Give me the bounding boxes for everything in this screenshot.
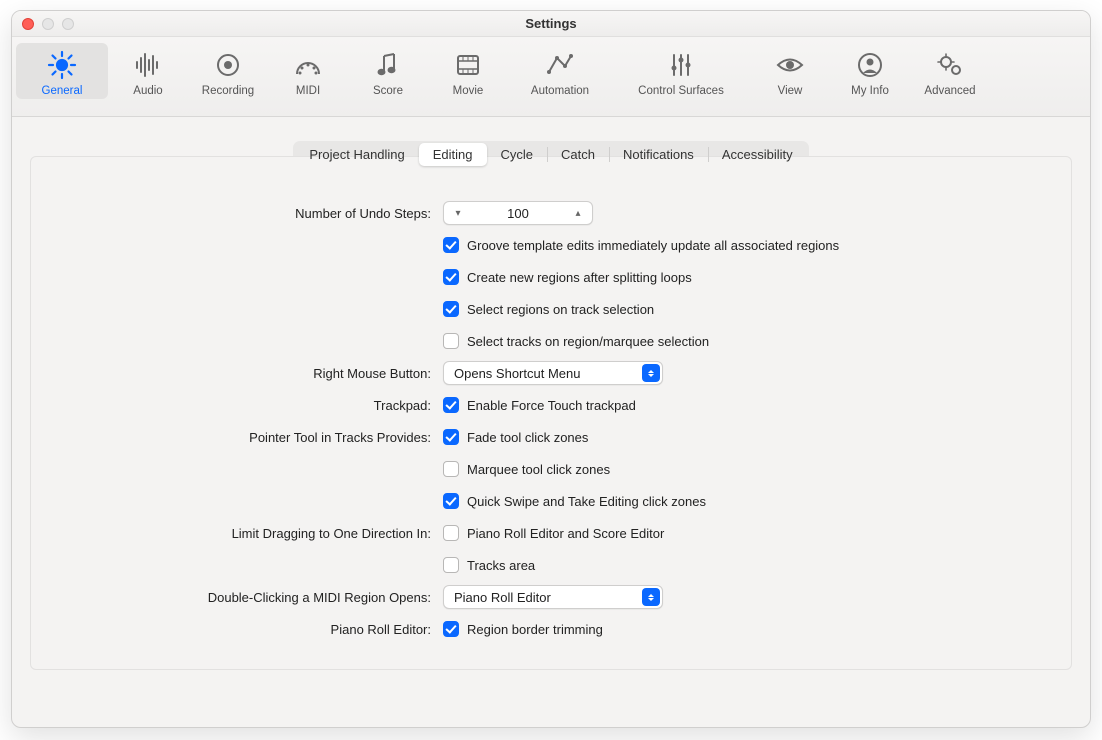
toolbar-midi[interactable]: MIDI bbox=[268, 43, 348, 99]
toolbar-general-label: General bbox=[18, 85, 106, 97]
music-note-icon bbox=[350, 47, 426, 83]
force-touch-checkbox[interactable] bbox=[443, 397, 459, 413]
film-icon bbox=[430, 47, 506, 83]
toolbar-view[interactable]: View bbox=[750, 43, 830, 99]
trackpad-label: Trackpad: bbox=[31, 398, 431, 413]
select-regions-on-track-label: Select regions on track selection bbox=[467, 302, 654, 317]
new-regions-split-label: Create new regions after splitting loops bbox=[467, 270, 692, 285]
tab-project-handling[interactable]: Project Handling bbox=[295, 143, 418, 166]
limit-tracks-label: Tracks area bbox=[467, 558, 535, 573]
tab-cycle[interactable]: Cycle bbox=[487, 143, 548, 166]
limit-tracks-checkbox[interactable] bbox=[443, 557, 459, 573]
quickswipe-label: Quick Swipe and Take Editing click zones bbox=[467, 494, 706, 509]
toolbar-audio-label: Audio bbox=[110, 85, 186, 97]
select-chevrons-icon bbox=[642, 364, 660, 382]
border-trim-checkbox[interactable] bbox=[443, 621, 459, 637]
pointer-tool-label: Pointer Tool in Tracks Provides: bbox=[31, 430, 431, 445]
sliders-icon bbox=[614, 47, 748, 83]
zoom-icon[interactable] bbox=[62, 18, 74, 30]
record-icon bbox=[190, 47, 266, 83]
gears-icon bbox=[912, 47, 988, 83]
limit-drag-label: Limit Dragging to One Direction In: bbox=[31, 526, 431, 541]
fade-zones-checkbox[interactable] bbox=[443, 429, 459, 445]
body: Project Handling Editing Cycle Catch Not… bbox=[12, 117, 1090, 727]
minimize-icon[interactable] bbox=[42, 18, 54, 30]
force-touch-label: Enable Force Touch trackpad bbox=[467, 398, 636, 413]
toolbar-general[interactable]: General bbox=[16, 43, 108, 99]
select-regions-on-track-checkbox[interactable] bbox=[443, 301, 459, 317]
dblclick-select-value: Piano Roll Editor bbox=[454, 590, 551, 605]
dblclick-select[interactable]: Piano Roll Editor bbox=[443, 585, 663, 609]
groove-update-checkbox[interactable] bbox=[443, 237, 459, 253]
new-regions-split-checkbox[interactable] bbox=[443, 269, 459, 285]
toolbar-audio[interactable]: Audio bbox=[108, 43, 188, 99]
toolbar-view-label: View bbox=[752, 85, 828, 97]
select-tracks-on-region-checkbox[interactable] bbox=[443, 333, 459, 349]
undo-stepper[interactable]: ▾ 100 ▴ bbox=[443, 201, 593, 225]
toolbar-automation[interactable]: Automation bbox=[508, 43, 612, 99]
limit-piano-score-label: Piano Roll Editor and Score Editor bbox=[467, 526, 664, 541]
user-circle-icon bbox=[832, 47, 908, 83]
marquee-zones-label: Marquee tool click zones bbox=[467, 462, 610, 477]
waveform-icon bbox=[110, 47, 186, 83]
settings-window: Settings General Audio Recording MIDI bbox=[11, 10, 1091, 728]
select-tracks-on-region-label: Select tracks on region/marquee selectio… bbox=[467, 334, 709, 349]
toolbar: General Audio Recording MIDI Score bbox=[12, 37, 1090, 117]
toolbar-recording[interactable]: Recording bbox=[188, 43, 268, 99]
toolbar-movie-label: Movie bbox=[430, 85, 506, 97]
tab-accessibility[interactable]: Accessibility bbox=[708, 143, 807, 166]
tab-catch[interactable]: Catch bbox=[547, 143, 609, 166]
toolbar-score-label: Score bbox=[350, 85, 426, 97]
undo-label: Number of Undo Steps: bbox=[31, 206, 431, 221]
rmb-select[interactable]: Opens Shortcut Menu bbox=[443, 361, 663, 385]
toolbar-ctlsurf-label: Control Surfaces bbox=[614, 85, 748, 97]
toolbar-movie[interactable]: Movie bbox=[428, 43, 508, 99]
chevron-down-icon[interactable]: ▾ bbox=[444, 208, 472, 219]
toolbar-advanced-label: Advanced bbox=[912, 85, 988, 97]
toolbar-myinfo-label: My Info bbox=[832, 85, 908, 97]
quickswipe-checkbox[interactable] bbox=[443, 493, 459, 509]
chevron-up-icon[interactable]: ▴ bbox=[564, 208, 592, 219]
toolbar-midi-label: MIDI bbox=[270, 85, 346, 97]
toolbar-automation-label: Automation bbox=[510, 85, 610, 97]
piano-roll-editor-label: Piano Roll Editor: bbox=[31, 622, 431, 637]
window-title: Settings bbox=[12, 16, 1090, 31]
rmb-label: Right Mouse Button: bbox=[31, 366, 431, 381]
dblclick-label: Double-Clicking a MIDI Region Opens: bbox=[31, 590, 431, 605]
toolbar-recording-label: Recording bbox=[190, 85, 266, 97]
toolbar-myinfo[interactable]: My Info bbox=[830, 43, 910, 99]
groove-update-label: Groove template edits immediately update… bbox=[467, 238, 839, 253]
close-icon[interactable] bbox=[22, 18, 34, 30]
automation-curve-icon bbox=[510, 47, 610, 83]
sub-tabs: Project Handling Editing Cycle Catch Not… bbox=[293, 141, 808, 168]
rmb-select-value: Opens Shortcut Menu bbox=[454, 366, 580, 381]
midi-icon bbox=[270, 47, 346, 83]
limit-piano-score-checkbox[interactable] bbox=[443, 525, 459, 541]
tab-notifications[interactable]: Notifications bbox=[609, 143, 708, 166]
eye-icon bbox=[752, 47, 828, 83]
undo-stepper-value: 100 bbox=[472, 206, 564, 221]
gear-icon bbox=[18, 47, 106, 83]
border-trim-label: Region border trimming bbox=[467, 622, 603, 637]
titlebar: Settings bbox=[12, 11, 1090, 37]
tab-editing[interactable]: Editing bbox=[419, 143, 487, 166]
toolbar-advanced[interactable]: Advanced bbox=[910, 43, 990, 99]
toolbar-score[interactable]: Score bbox=[348, 43, 428, 99]
marquee-zones-checkbox[interactable] bbox=[443, 461, 459, 477]
toolbar-control-surfaces[interactable]: Control Surfaces bbox=[612, 43, 750, 99]
select-chevrons-icon bbox=[642, 588, 660, 606]
fade-zones-label: Fade tool click zones bbox=[467, 430, 588, 445]
